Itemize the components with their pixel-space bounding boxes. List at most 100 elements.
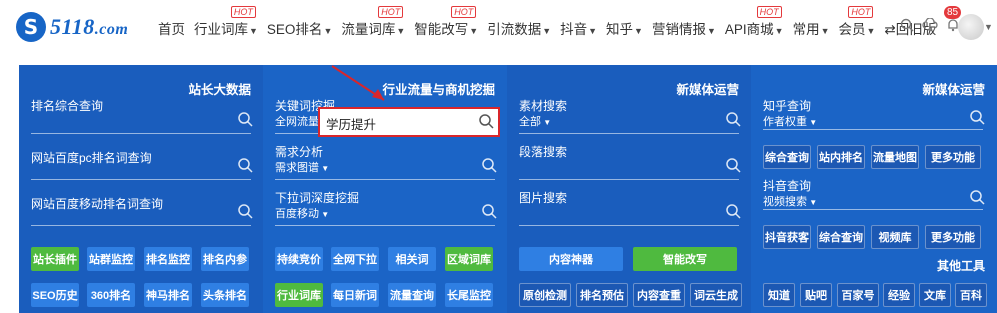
search-icon[interactable]: [725, 157, 741, 173]
tool-button[interactable]: 排名内参: [201, 247, 249, 271]
tool-button[interactable]: 持续竞价: [275, 247, 323, 271]
nav-item[interactable]: API商城▼ HOT: [724, 6, 784, 38]
search-icon[interactable]: [481, 203, 497, 219]
field-underline: [275, 225, 495, 226]
search-icon[interactable]: [237, 203, 253, 219]
field-label: 段落搜索: [519, 145, 568, 159]
nav-item[interactable]: 智能改写▼ HOT: [414, 6, 478, 38]
tool-button[interactable]: 原创检测: [519, 283, 571, 307]
cloud-download-icon[interactable]: [921, 16, 939, 34]
nav-item[interactable]: SEO排名▼: [267, 18, 332, 38]
tool-button[interactable]: 百家号: [837, 283, 879, 307]
field-label: 图片搜索: [519, 191, 568, 205]
tool-button[interactable]: 更多功能: [925, 225, 981, 249]
tool-button[interactable]: 行业词库: [275, 283, 323, 307]
tool-button[interactable]: 区域词库: [445, 247, 493, 271]
tool-button[interactable]: 排名预估: [576, 283, 628, 307]
tool-button[interactable]: 站长插件: [31, 247, 79, 271]
nav-item[interactable]: 引流数据▼: [487, 18, 551, 38]
nav-item[interactable]: 行业词库▼ HOT: [194, 6, 258, 38]
field-label: 需求分析: [275, 145, 324, 159]
field-dropdown[interactable]: 全部 ▼: [519, 113, 551, 129]
chevron-down-icon: ▼: [634, 26, 643, 36]
search-icon[interactable]: [969, 189, 985, 205]
dropdown-value: 全部: [519, 116, 541, 128]
chevron-down-icon: ▼: [323, 26, 333, 36]
nav-item[interactable]: 知乎▼: [606, 18, 643, 38]
tool-button[interactable]: 内容神器: [519, 247, 623, 271]
tool-button[interactable]: 流量查询: [388, 283, 436, 307]
tool-button[interactable]: 百科: [955, 283, 987, 307]
top-nav-bar: S 5118.com 首页 行业词库▼ HOT SEO排名▼ 流量词库▼ HOT 智能改写▼…: [0, 0, 997, 60]
search-icon[interactable]: [725, 111, 741, 127]
nav-item-label: 引流数据: [487, 22, 542, 37]
field-dropdown[interactable]: 视频搜索 ▼: [763, 193, 817, 209]
keyword-search-input[interactable]: 学历提升: [318, 107, 500, 137]
search-field[interactable]: 排名综合查询: [31, 95, 253, 135]
search-icon[interactable]: [237, 157, 253, 173]
search-field[interactable]: 网站百度移动排名词查询: [31, 187, 253, 227]
tool-button[interactable]: 词云生成: [690, 283, 742, 307]
field-underline: [31, 225, 251, 226]
nav-item[interactable]: 会员▼ HOT: [839, 6, 875, 38]
search-field[interactable]: 网站百度pc排名词查询: [31, 141, 253, 181]
field-dropdown[interactable]: 需求图谱 ▼: [275, 159, 329, 175]
tool-button[interactable]: 综合查询: [817, 225, 865, 249]
tool-button[interactable]: 内容查重: [633, 283, 685, 307]
search-field[interactable]: 段落搜索: [519, 141, 741, 181]
tool-button[interactable]: 经验: [883, 283, 915, 307]
chevron-down-icon: ▼: [319, 210, 330, 219]
site-logo[interactable]: S 5118.com: [16, 12, 128, 42]
tool-button[interactable]: 每日新词: [331, 283, 379, 307]
tool-button[interactable]: 长尾监控: [445, 283, 493, 307]
search-icon[interactable]: [237, 111, 253, 127]
search-icon[interactable]: [481, 157, 497, 173]
search-field[interactable]: 素材搜索 全部 ▼: [519, 95, 741, 135]
search-icon[interactable]: [478, 113, 494, 129]
search-icon[interactable]: [969, 109, 985, 125]
tool-button[interactable]: 全网下拉: [331, 247, 379, 271]
tool-button[interactable]: 贴吧: [800, 283, 832, 307]
nav-item[interactable]: 首页: [158, 18, 185, 38]
nav-item-label: API商城: [724, 22, 774, 37]
tool-button[interactable]: 头条排名: [201, 283, 249, 307]
search-icon[interactable]: [725, 203, 741, 219]
avatar-chevron-down-icon[interactable]: ▼: [984, 22, 993, 32]
nav-item[interactable]: 流量词库▼ HOT: [341, 6, 405, 38]
tool-button[interactable]: 视频库: [871, 225, 919, 249]
tool-button[interactable]: 抖音获客: [763, 225, 811, 249]
tool-button[interactable]: 360排名: [87, 283, 135, 307]
search-field[interactable]: 图片搜索: [519, 187, 741, 227]
dropdown-value: 视频搜索: [763, 196, 807, 208]
tool-button[interactable]: 站群监控: [87, 247, 135, 271]
tool-button[interactable]: 流量地图: [871, 145, 919, 169]
field-dropdown[interactable]: 百度移动 ▼: [275, 205, 329, 221]
tool-button[interactable]: 相关词: [388, 247, 436, 271]
search-field[interactable]: 知乎查询 作者权重 ▼: [763, 95, 985, 131]
search-field[interactable]: 下拉词深度挖掘 百度移动 ▼: [275, 187, 497, 227]
chevron-down-icon: ▼: [807, 118, 818, 127]
field-underline: [763, 129, 983, 130]
nav-item[interactable]: 常用▼: [793, 18, 830, 38]
nav-item[interactable]: 营销情报▼: [652, 18, 716, 38]
logo-text: 5118.com: [50, 14, 128, 40]
tool-button[interactable]: SEO历史: [31, 283, 79, 307]
industry-traffic-column: 行业流量与商机挖掘关键词挖掘全网流量词 ▼需求分析需求图谱 ▼下拉词深度挖掘百度…: [263, 65, 507, 313]
tool-button[interactable]: 知道: [763, 283, 795, 307]
tool-button[interactable]: 智能改写: [633, 247, 737, 271]
search-field[interactable]: 抖音查询 视频搜索 ▼: [763, 175, 985, 211]
tool-button[interactable]: 更多功能: [925, 145, 981, 169]
nav-item[interactable]: 抖音▼: [560, 18, 597, 38]
tool-button[interactable]: 文库: [919, 283, 951, 307]
field-dropdown[interactable]: 作者权重 ▼: [763, 113, 817, 129]
search-icon[interactable]: [898, 16, 916, 34]
avatar[interactable]: [958, 14, 984, 40]
chevron-down-icon: ▼: [706, 26, 716, 36]
tool-button[interactable]: 站内排名: [817, 145, 865, 169]
nav-item-label: 知乎: [606, 22, 634, 37]
search-field[interactable]: 需求分析 需求图谱 ▼: [275, 141, 497, 181]
field-label: 网站百度移动排名词查询: [31, 197, 164, 211]
tool-button[interactable]: 排名监控: [144, 247, 192, 271]
tool-button[interactable]: 神马排名: [144, 283, 192, 307]
tool-button[interactable]: 综合查询: [763, 145, 811, 169]
